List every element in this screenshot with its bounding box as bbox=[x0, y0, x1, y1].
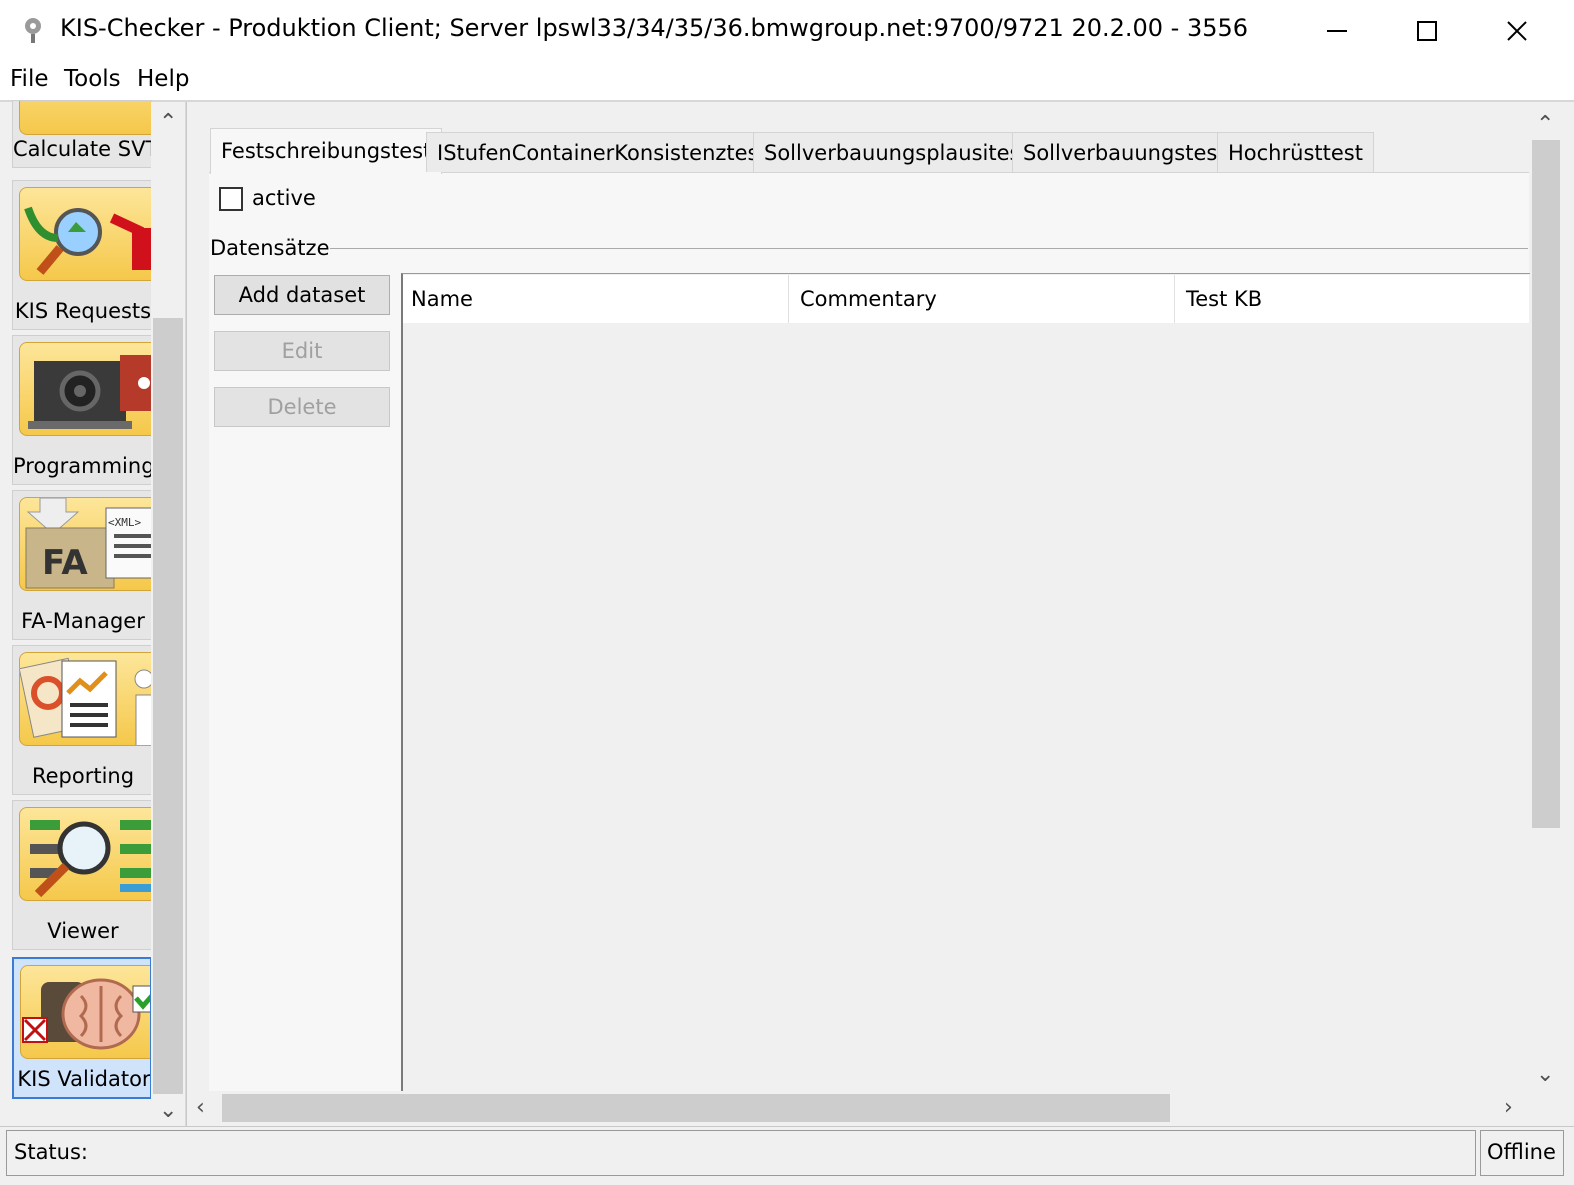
maximize-button[interactable] bbox=[1382, 0, 1472, 62]
tab-istufencontainerkonsistenztest[interactable]: IStufenContainerKonsistenztest bbox=[426, 132, 778, 172]
maximize-icon bbox=[1417, 21, 1437, 41]
kis-requests-icon bbox=[19, 187, 151, 281]
viewer-icon bbox=[19, 807, 151, 901]
group-divider bbox=[330, 248, 1528, 249]
menu-help[interactable]: Help bbox=[137, 66, 189, 92]
datasets-group-label: Datensätze bbox=[210, 236, 330, 260]
add-dataset-button[interactable]: Add dataset bbox=[214, 275, 390, 315]
close-icon bbox=[1507, 21, 1527, 41]
window-title: KIS-Checker - Produktion Client; Server … bbox=[60, 14, 1249, 42]
tab-sollverbauungstest[interactable]: Sollverbauungstest bbox=[1012, 132, 1237, 172]
tool-label: KIS Requests bbox=[14, 299, 152, 323]
fa-text: FA bbox=[42, 543, 88, 583]
minimize-button[interactable] bbox=[1292, 0, 1382, 62]
active-checkbox-label: active bbox=[252, 186, 316, 210]
status-field bbox=[6, 1130, 1476, 1176]
sidebar-scroll-up-icon[interactable]: ⌃ bbox=[159, 112, 177, 134]
scroll-left-icon[interactable]: ‹ bbox=[196, 1097, 205, 1119]
tab-festschreibungstest[interactable]: Festschreibungstest bbox=[210, 128, 443, 174]
tool-label: Programming bbox=[13, 454, 152, 478]
tool-viewer[interactable]: Viewer bbox=[12, 800, 152, 950]
tool-label: FA-Manager bbox=[21, 609, 145, 633]
kis-validator-icon bbox=[20, 965, 150, 1059]
scroll-down-icon[interactable]: ⌄ bbox=[1536, 1064, 1554, 1086]
datasets-table[interactable] bbox=[401, 273, 1531, 1091]
scroll-up-icon[interactable]: ⌃ bbox=[1536, 114, 1554, 136]
tool-label: KIS Validator bbox=[17, 1067, 151, 1091]
menu-file[interactable]: File bbox=[10, 66, 49, 92]
column-header-commentary[interactable]: Commentary bbox=[792, 275, 1175, 323]
sidebar-scroll-down-icon[interactable]: ⌄ bbox=[159, 1100, 177, 1122]
tool-label: Viewer bbox=[47, 919, 119, 943]
calculate-svt-icon bbox=[19, 101, 151, 135]
app-icon bbox=[20, 14, 46, 44]
tool-programming[interactable]: Programming bbox=[12, 335, 152, 485]
sidebar-scroll-thumb[interactable] bbox=[153, 318, 183, 1094]
xml-text: <XML> bbox=[108, 516, 141, 529]
close-button[interactable] bbox=[1472, 0, 1562, 62]
tool-fa-manager[interactable]: FA <XML> FA-Manager bbox=[12, 490, 152, 640]
programming-icon bbox=[19, 342, 151, 436]
tab-hochruesttest[interactable]: Hochrüsttest bbox=[1217, 132, 1374, 172]
scroll-right-icon[interactable]: › bbox=[1504, 1097, 1513, 1119]
active-checkbox[interactable] bbox=[219, 187, 243, 211]
minimize-icon bbox=[1327, 30, 1347, 32]
main-horizontal-scroll-thumb[interactable] bbox=[222, 1094, 1170, 1122]
column-header-test-kb[interactable]: Test KB bbox=[1178, 275, 1529, 323]
main-vertical-scroll-thumb[interactable] bbox=[1532, 140, 1560, 828]
status-label: Status: bbox=[14, 1140, 88, 1164]
tool-label: Reporting bbox=[31, 764, 135, 788]
tool-reporting[interactable]: Reporting bbox=[12, 645, 152, 795]
tool-label: Calculate SVT bbox=[13, 137, 152, 161]
menu-tools[interactable]: Tools bbox=[64, 66, 121, 92]
column-header-name[interactable]: Name bbox=[403, 275, 789, 323]
menu-bar bbox=[0, 62, 1574, 100]
reporting-icon bbox=[19, 652, 151, 746]
tool-kis-validator[interactable]: KIS Validator bbox=[12, 957, 152, 1099]
fa-manager-icon: FA <XML> bbox=[19, 497, 151, 591]
delete-button[interactable]: Delete bbox=[214, 387, 390, 427]
tool-kis-requests[interactable]: KIS Requests bbox=[12, 180, 152, 330]
edit-button[interactable]: Edit bbox=[214, 331, 390, 371]
connection-status: Offline bbox=[1487, 1140, 1556, 1164]
tab-sollverbauungsplausitest[interactable]: Sollverbauungsplausitest bbox=[753, 132, 1040, 172]
tool-calculate-svt[interactable]: Calculate SVT bbox=[12, 100, 152, 168]
